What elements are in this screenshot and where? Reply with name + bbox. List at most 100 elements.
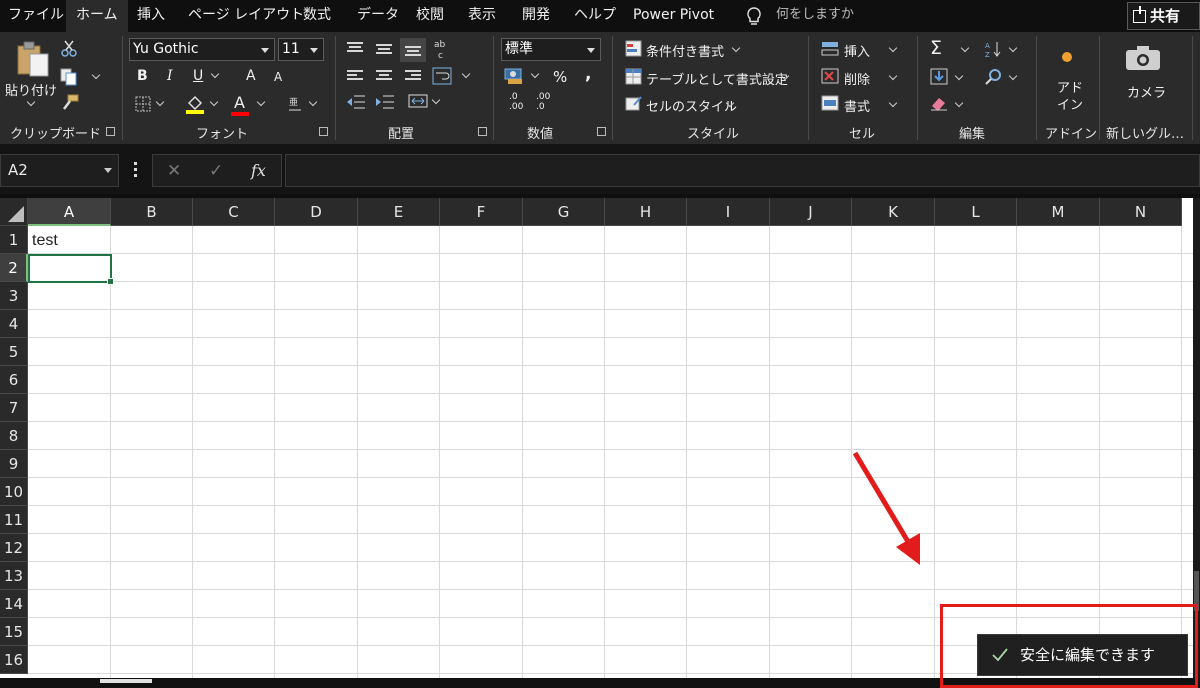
format-cells-icon[interactable]	[821, 95, 839, 111]
conditional-formatting-button[interactable]: 条件付き書式	[646, 41, 724, 60]
autosum-dropdown-chevron-icon[interactable]	[960, 43, 970, 53]
clear-dropdown-chevron-icon[interactable]	[954, 98, 964, 108]
shrink-font-button[interactable]: A	[274, 70, 282, 84]
formula-bar-resize-handle-icon[interactable]	[134, 162, 138, 178]
column-header-d[interactable]: D	[275, 198, 358, 226]
cell-a1[interactable]: test	[32, 232, 58, 250]
align-center-icon[interactable]	[376, 70, 392, 82]
fill-color-icon[interactable]	[185, 94, 205, 114]
underline-button[interactable]: U	[193, 68, 203, 84]
insert-cells-button[interactable]: 挿入	[844, 41, 870, 60]
phonetic-guide-icon[interactable]: 亜	[287, 95, 303, 113]
tab-formulas[interactable]: 数式	[303, 0, 331, 32]
sort-filter-icon[interactable]: A Z	[985, 40, 1003, 58]
clipboard-launcher-icon[interactable]	[106, 127, 115, 136]
name-box-dropdown-icon[interactable]	[104, 168, 112, 173]
tab-data[interactable]: データ	[357, 0, 399, 32]
number-launcher-icon[interactable]	[597, 127, 606, 136]
phonetic-dropdown-chevron-icon[interactable]	[308, 97, 318, 107]
insert-cells-icon[interactable]	[821, 41, 839, 57]
font-size-select[interactable]: 11	[278, 38, 324, 61]
wrap-dropdown-chevron-icon[interactable]	[461, 69, 471, 79]
formula-input[interactable]	[285, 154, 1200, 187]
wrap-text-icon[interactable]	[432, 67, 452, 85]
lightbulb-icon[interactable]	[745, 6, 763, 26]
row-header-10[interactable]: 10	[0, 478, 28, 506]
underline-dropdown-chevron-icon[interactable]	[210, 69, 220, 79]
row-header-16[interactable]: 16	[0, 646, 28, 674]
bold-button[interactable]: B	[137, 68, 148, 84]
active-cell-a2[interactable]	[28, 254, 114, 285]
row-header-3[interactable]: 3	[0, 282, 28, 310]
accounting-format-icon[interactable]	[504, 67, 524, 85]
row-header-4[interactable]: 4	[0, 310, 28, 338]
decrease-indent-icon[interactable]	[346, 94, 366, 110]
tab-review[interactable]: 校閲	[416, 0, 444, 32]
column-header-h[interactable]: H	[605, 198, 687, 226]
tab-insert[interactable]: 挿入	[137, 0, 165, 32]
decrease-decimal-button[interactable]: .00 .0	[536, 92, 550, 112]
merge-center-icon[interactable]	[408, 92, 428, 110]
column-header-b[interactable]: B	[111, 198, 193, 226]
align-right-icon[interactable]	[405, 70, 421, 82]
fill-dropdown-chevron-icon[interactable]	[954, 71, 964, 81]
column-header-k[interactable]: K	[852, 198, 935, 226]
column-header-j[interactable]: J	[770, 198, 852, 226]
tab-power-pivot[interactable]: Power Pivot	[633, 0, 714, 32]
paste-dropdown-chevron-icon[interactable]	[26, 97, 36, 107]
copy-icon[interactable]	[60, 68, 78, 86]
format-painter-icon[interactable]	[60, 94, 80, 112]
align-bottom-icon[interactable]	[405, 46, 421, 58]
delete-cells-icon[interactable]	[821, 68, 839, 84]
format-as-table-icon[interactable]	[625, 68, 642, 85]
increase-indent-icon[interactable]	[375, 94, 395, 110]
paste-icon[interactable]	[16, 40, 50, 78]
share-button[interactable]: 共有	[1127, 2, 1200, 30]
row-header-11[interactable]: 11	[0, 506, 28, 534]
tab-view[interactable]: 表示	[468, 0, 496, 32]
fill-down-icon[interactable]	[930, 68, 948, 85]
conditional-formatting-icon[interactable]	[625, 40, 642, 57]
column-header-c[interactable]: C	[193, 198, 275, 226]
borders-icon[interactable]	[135, 96, 151, 112]
font-color-button[interactable]: A	[234, 93, 245, 112]
format-as-table-button[interactable]: テーブルとして書式設定	[646, 69, 788, 88]
comma-button[interactable]: ,	[585, 64, 591, 84]
conditional-dropdown-chevron-icon[interactable]	[731, 43, 741, 53]
font-launcher-icon[interactable]	[319, 127, 328, 136]
row-header-1[interactable]: 1	[0, 226, 28, 254]
insert-cells-dropdown-chevron-icon[interactable]	[888, 43, 898, 53]
alignment-launcher-icon[interactable]	[478, 127, 487, 136]
percent-button[interactable]: %	[553, 68, 567, 86]
column-header-f[interactable]: F	[440, 198, 523, 226]
tell-me-search[interactable]: 何をしますか	[776, 0, 854, 32]
delete-cells-dropdown-chevron-icon[interactable]	[888, 71, 898, 81]
cell-styles-button[interactable]: セルのスタイル	[646, 96, 737, 115]
column-header-i[interactable]: I	[687, 198, 770, 226]
align-left-icon[interactable]	[347, 70, 363, 82]
paste-label[interactable]: 貼り付け	[5, 80, 57, 99]
confirm-entry-button[interactable]: ✓	[209, 161, 223, 181]
tab-home[interactable]: ホーム	[66, 0, 128, 32]
align-middle-icon[interactable]	[376, 44, 392, 56]
borders-dropdown-chevron-icon[interactable]	[155, 97, 165, 107]
row-header-15[interactable]: 15	[0, 618, 28, 646]
row-header-6[interactable]: 6	[0, 366, 28, 394]
row-header-8[interactable]: 8	[0, 422, 28, 450]
delete-cells-button[interactable]: 削除	[844, 69, 870, 88]
sort-filter-dropdown-chevron-icon[interactable]	[1008, 43, 1018, 53]
row-header-14[interactable]: 14	[0, 590, 28, 618]
column-header-m[interactable]: M	[1017, 198, 1100, 226]
select-all-button[interactable]	[0, 198, 28, 226]
row-header-13[interactable]: 13	[0, 562, 28, 590]
cut-icon[interactable]	[60, 40, 78, 58]
italic-button[interactable]: I	[167, 68, 173, 84]
accounting-dropdown-chevron-icon[interactable]	[530, 69, 540, 79]
camera-icon[interactable]	[1125, 45, 1161, 71]
cancel-entry-button[interactable]: ✕	[167, 161, 181, 181]
row-header-9[interactable]: 9	[0, 450, 28, 478]
tab-page-layout[interactable]: ページ レイアウト	[188, 0, 304, 32]
tab-help[interactable]: ヘルプ	[574, 0, 616, 32]
tab-file[interactable]: ファイル	[8, 0, 64, 32]
autosum-button[interactable]: Σ	[930, 37, 942, 59]
